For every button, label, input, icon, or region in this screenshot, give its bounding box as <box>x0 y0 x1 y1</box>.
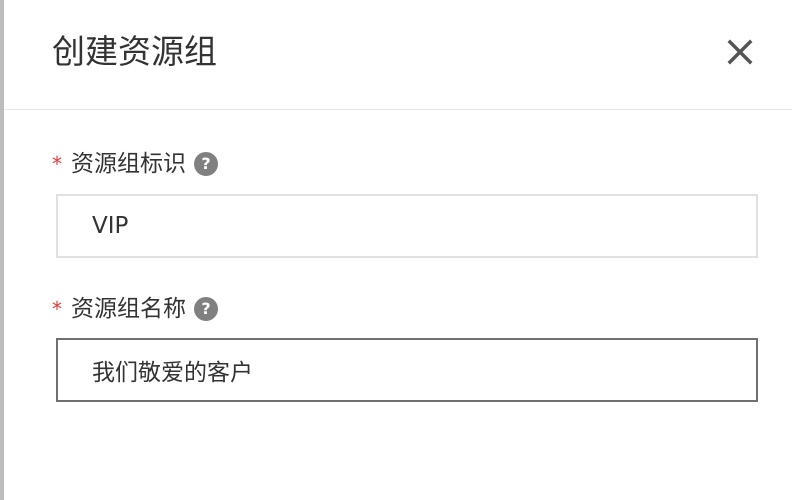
dialog-title: 创建资源组 <box>52 32 217 71</box>
resource-group-name-label-text: 资源组名称 <box>71 296 186 322</box>
resource-group-id-input[interactable] <box>56 194 758 258</box>
resource-group-name-input[interactable] <box>56 338 758 402</box>
close-icon <box>727 39 753 65</box>
close-button[interactable] <box>722 34 758 70</box>
resource-group-id-label: * 资源组标识 ? <box>52 148 218 180</box>
dialog-header: 创建资源组 <box>4 0 792 110</box>
question-mark-help-icon[interactable]: ? <box>194 297 218 321</box>
required-mark: * <box>52 297 62 321</box>
resource-group-name-label: * 资源组名称 ? <box>52 293 218 325</box>
question-mark-help-icon[interactable]: ? <box>194 152 218 176</box>
required-mark: * <box>52 152 62 176</box>
create-resource-group-dialog: 创建资源组 * 资源组标识 ? * 资源组名称 ? <box>4 0 792 500</box>
resource-group-id-label-text: 资源组标识 <box>71 151 186 177</box>
